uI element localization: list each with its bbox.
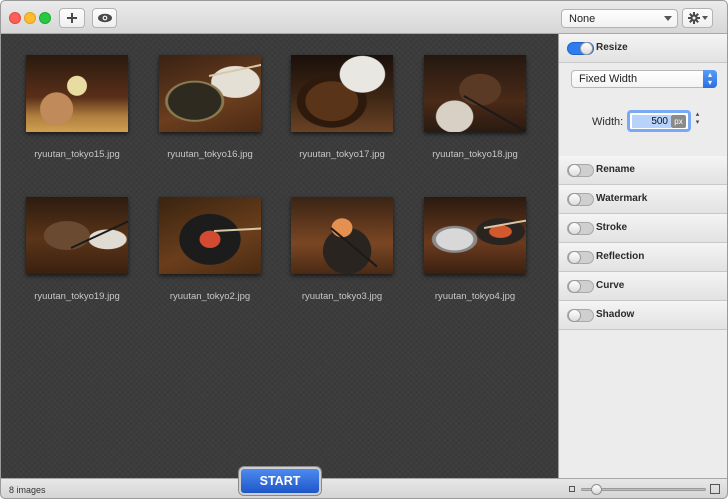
curve-toggle[interactable]: [567, 280, 594, 293]
zoom-window-button[interactable]: [39, 12, 51, 24]
image-filename: ryuutan_tokyo16.jpg: [167, 149, 253, 160]
minimize-window-button[interactable]: [24, 12, 36, 24]
settings-menu-button[interactable]: [682, 8, 713, 28]
image-filename: ryuutan_tokyo18.jpg: [432, 149, 518, 160]
toolbar: None: [1, 1, 727, 34]
plus-icon: [67, 13, 77, 23]
gear-icon: [687, 12, 700, 24]
width-unit: px: [671, 115, 686, 128]
shadow-toggle[interactable]: [567, 309, 594, 322]
image-thumbnail[interactable]: [291, 55, 393, 132]
width-value: 500: [632, 115, 671, 128]
image-thumbnail[interactable]: [26, 55, 128, 132]
resize-mode-select[interactable]: Fixed Width ▴ ▾: [571, 70, 717, 88]
image-filename: ryuutan_tokyo17.jpg: [299, 149, 385, 160]
gallery-item[interactable]: ryuutan_tokyo2.jpg: [159, 197, 261, 302]
gallery-item[interactable]: ryuutan_tokyo15.jpg: [26, 55, 128, 160]
image-filename: ryuutan_tokyo15.jpg: [34, 149, 120, 160]
up-down-chevron-icon: ▴ ▾: [703, 70, 717, 88]
width-input[interactable]: 500 px: [627, 110, 691, 132]
preset-select-value: None: [569, 13, 596, 25]
chevron-down-icon: [701, 16, 708, 20]
width-label: Width:: [592, 116, 624, 128]
image-filename: ryuutan_tokyo4.jpg: [434, 291, 516, 302]
add-images-button[interactable]: [59, 8, 85, 28]
image-thumbnail[interactable]: [159, 197, 261, 274]
image-gallery: ryuutan_tokyo15.jpg ryuutan_tokyo16.jpg …: [1, 34, 558, 478]
chevron-down-icon: [664, 16, 672, 21]
action-label: Resize: [596, 42, 628, 53]
image-thumbnail[interactable]: [159, 55, 261, 132]
image-thumbnail[interactable]: [291, 197, 393, 274]
image-thumbnail[interactable]: [26, 197, 128, 274]
action-reflection[interactable]: Reflection: [559, 243, 727, 272]
gallery-item[interactable]: ryuutan_tokyo4.jpg: [424, 197, 526, 302]
preview-button[interactable]: [92, 8, 117, 28]
action-label: Stroke: [596, 222, 628, 233]
resize-mode-value: Fixed Width: [579, 73, 638, 85]
action-watermark[interactable]: Watermark: [559, 185, 727, 214]
rename-toggle[interactable]: [567, 164, 594, 177]
image-count: 8 images: [9, 485, 46, 495]
action-rename[interactable]: Rename: [559, 156, 727, 185]
action-stroke[interactable]: Stroke: [559, 214, 727, 243]
image-filename: ryuutan_tokyo3.jpg: [301, 291, 383, 302]
image-thumbnail[interactable]: [424, 197, 526, 274]
gallery-item[interactable]: ryuutan_tokyo3.jpg: [291, 197, 393, 302]
action-label: Rename: [596, 164, 635, 175]
slider-handle[interactable]: [591, 484, 602, 495]
stroke-toggle[interactable]: [567, 222, 594, 235]
action-shadow[interactable]: Shadow: [559, 301, 727, 330]
start-button[interactable]: START: [239, 467, 321, 495]
eye-icon: [97, 13, 112, 23]
action-label: Reflection: [596, 251, 645, 262]
preset-select[interactable]: None: [561, 9, 678, 28]
width-stepper[interactable]: ▴ ▾: [694, 111, 701, 130]
reflection-toggle[interactable]: [567, 251, 594, 264]
action-curve[interactable]: Curve: [559, 272, 727, 301]
image-filename: ryuutan_tokyo19.jpg: [34, 291, 120, 302]
small-thumbnail-icon: [569, 486, 575, 492]
gallery-item[interactable]: ryuutan_tokyo17.jpg: [291, 55, 393, 160]
action-label: Curve: [596, 280, 625, 291]
gallery-item[interactable]: ryuutan_tokyo18.jpg: [424, 55, 526, 160]
action-label: Shadow: [596, 309, 635, 320]
large-thumbnail-icon: [710, 484, 720, 494]
image-filename: ryuutan_tokyo2.jpg: [169, 291, 251, 302]
image-thumbnail[interactable]: [424, 55, 526, 132]
gallery-item[interactable]: ryuutan_tokyo19.jpg: [26, 197, 128, 302]
app-window: None ryuutan_tokyo15.jpg ryuutan_tokyo16…: [0, 0, 728, 499]
action-label: Watermark: [596, 193, 648, 204]
gallery-item[interactable]: ryuutan_tokyo16.jpg: [159, 55, 261, 160]
resize-options: Fixed Width ▴ ▾ Width: 500 px ▴ ▾: [559, 63, 727, 156]
action-resize[interactable]: Resize: [559, 34, 727, 63]
actions-sidebar: Resize Fixed Width ▴ ▾ Width: 500 px ▴ ▾ R…: [558, 34, 727, 478]
watermark-toggle[interactable]: [567, 193, 594, 206]
close-window-button[interactable]: [9, 12, 21, 24]
resize-toggle[interactable]: [567, 42, 594, 55]
